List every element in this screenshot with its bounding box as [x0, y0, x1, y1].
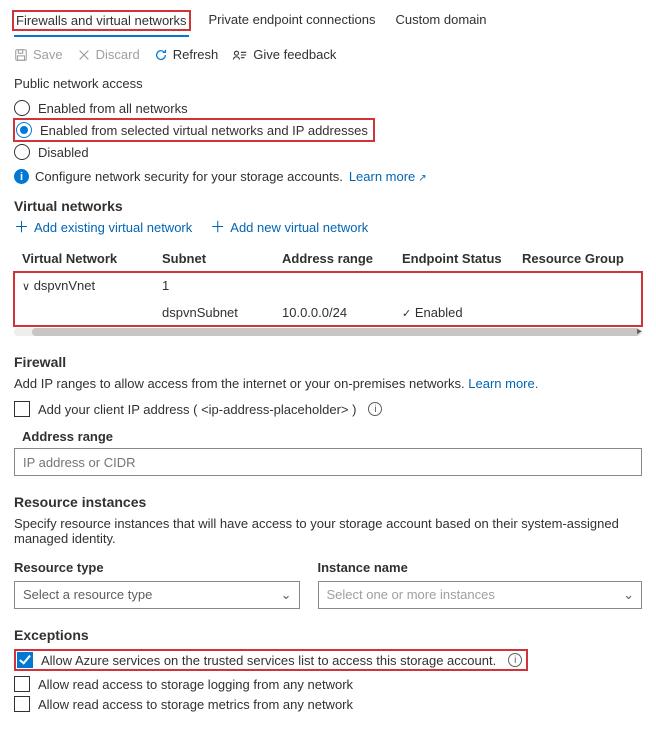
tab-firewalls-highlight: Firewalls and virtual networks — [14, 12, 189, 29]
resinst-desc: Specify resource instances that will hav… — [14, 516, 642, 546]
add-client-ip-checkbox[interactable]: Add your client IP address ( <ip-address… — [14, 399, 642, 419]
checkbox-icon — [14, 676, 30, 692]
vnet-actions: ＋ Add existing virtual network ＋ Add new… — [14, 220, 642, 235]
firewall-desc: Add IP ranges to allow access from the i… — [14, 376, 642, 391]
subnet-count: 1 — [154, 272, 274, 299]
checkbox-icon — [17, 652, 33, 668]
exception-trusted-label: Allow Azure services on the trusted serv… — [41, 653, 496, 668]
info-text: Configure network security for your stor… — [35, 169, 343, 184]
help-icon[interactable]: i — [508, 653, 522, 667]
feedback-button[interactable]: Give feedback — [232, 47, 336, 62]
radio-icon — [14, 144, 30, 160]
command-bar: Save Discard Refresh Give feedback — [14, 47, 642, 62]
table-row[interactable]: dspvnSubnet 10.0.0.0/24 ✓ Enabled — [14, 299, 642, 326]
check-icon: ✓ — [402, 308, 411, 320]
address-range: 10.0.0.0/24 — [274, 299, 394, 326]
feedback-icon — [232, 48, 248, 62]
info-banner: i Configure network security for your st… — [14, 169, 642, 184]
hscroll[interactable]: ◂ ▸ — [14, 328, 642, 336]
learn-more-link[interactable]: Learn more↗ — [349, 169, 427, 184]
exception-metrics-label: Allow read access to storage metrics fro… — [38, 697, 353, 712]
vnet-table: Virtual Network Subnet Address range End… — [14, 245, 642, 326]
firewall-heading: Firewall — [14, 354, 642, 370]
col-rg[interactable]: Resource Group — [514, 245, 642, 272]
chevron-down-icon[interactable]: ∨ — [22, 281, 30, 293]
refresh-label: Refresh — [173, 47, 219, 62]
external-link-icon: ↗ — [418, 173, 426, 184]
firewall-desc-text: Add IP ranges to allow access from the i… — [14, 376, 465, 391]
vnets-heading: Virtual networks — [14, 198, 642, 214]
col-subnet[interactable]: Subnet — [154, 245, 274, 272]
add-new-label: Add new virtual network — [230, 220, 368, 235]
vnet-row-highlight: ∨ dspvnVnet 1 dspvnSubnet 10.0.0.0/24 ✓ … — [14, 272, 642, 326]
add-client-ip-label: Add your client IP address ( <ip-address… — [38, 402, 356, 417]
vnet-name: dspvnVnet — [34, 278, 95, 293]
scroll-right-icon[interactable]: ▸ — [637, 326, 642, 337]
resinst-fields: Resource type Select a resource type ⌄ I… — [14, 554, 642, 609]
plus-icon: ＋ — [210, 220, 225, 235]
help-icon[interactable]: i — [368, 402, 382, 416]
discard-label: Discard — [96, 47, 140, 62]
add-existing-vnet-button[interactable]: ＋ Add existing virtual network — [14, 220, 192, 235]
radio-label: Enabled from all networks — [38, 101, 188, 116]
tab-private-endpoint[interactable]: Private endpoint connections — [209, 8, 376, 37]
radio-enabled-selected[interactable]: Enabled from selected virtual networks a… — [14, 119, 374, 141]
discard-icon — [77, 48, 91, 62]
col-range[interactable]: Address range — [274, 245, 394, 272]
learn-more-label: Learn more — [349, 169, 415, 184]
instance-name-label: Instance name — [318, 560, 643, 575]
public-access-heading: Public network access — [14, 76, 642, 91]
resinst-heading: Resource instances — [14, 494, 642, 510]
discard-button[interactable]: Discard — [77, 47, 140, 62]
exception-trusted-row[interactable]: Allow Azure services on the trusted serv… — [14, 649, 528, 671]
checkbox-icon — [14, 401, 30, 417]
save-label: Save — [33, 47, 63, 62]
endpoint-status: Enabled — [415, 305, 463, 320]
table-row[interactable]: ∨ dspvnVnet 1 — [14, 272, 642, 299]
exceptions-heading: Exceptions — [14, 627, 642, 643]
tab-custom-domain[interactable]: Custom domain — [395, 8, 486, 37]
radio-icon — [14, 100, 30, 116]
feedback-label: Give feedback — [253, 47, 336, 62]
save-icon — [14, 48, 28, 62]
address-range-input[interactable] — [14, 448, 642, 476]
tab-bar: Firewalls and virtual networks Private e… — [14, 8, 642, 37]
radio-icon — [16, 122, 32, 138]
plus-icon: ＋ — [14, 220, 29, 235]
add-new-vnet-button[interactable]: ＋ Add new virtual network — [210, 220, 368, 235]
info-icon: i — [14, 169, 29, 184]
subnet-name: dspvnSubnet — [154, 299, 274, 326]
save-button[interactable]: Save — [14, 47, 63, 62]
firewall-learn-more-link[interactable]: Learn more. — [468, 376, 538, 391]
resource-type-select[interactable]: Select a resource type — [14, 581, 300, 609]
col-status[interactable]: Endpoint Status — [394, 245, 514, 272]
col-vnet[interactable]: Virtual Network — [14, 245, 154, 272]
radio-enabled-all[interactable]: Enabled from all networks — [14, 97, 642, 119]
resource-type-label: Resource type — [14, 560, 300, 575]
checkbox-icon — [14, 696, 30, 712]
radio-label: Enabled from selected virtual networks a… — [40, 123, 368, 138]
add-existing-label: Add existing virtual network — [34, 220, 192, 235]
address-range-label: Address range — [22, 429, 642, 444]
refresh-button[interactable]: Refresh — [154, 47, 219, 62]
exception-logging-label: Allow read access to storage logging fro… — [38, 677, 353, 692]
scrollbar-track[interactable] — [14, 328, 642, 336]
exception-metrics-row[interactable]: Allow read access to storage metrics fro… — [14, 694, 642, 714]
tab-firewalls[interactable]: Firewalls and virtual networks — [14, 8, 189, 37]
radio-label: Disabled — [38, 145, 89, 160]
instance-name-select[interactable]: Select one or more instances — [318, 581, 643, 609]
vnet-table-header: Virtual Network Subnet Address range End… — [14, 245, 642, 272]
refresh-icon — [154, 48, 168, 62]
radio-disabled[interactable]: Disabled — [14, 141, 642, 163]
exception-logging-row[interactable]: Allow read access to storage logging fro… — [14, 674, 642, 694]
